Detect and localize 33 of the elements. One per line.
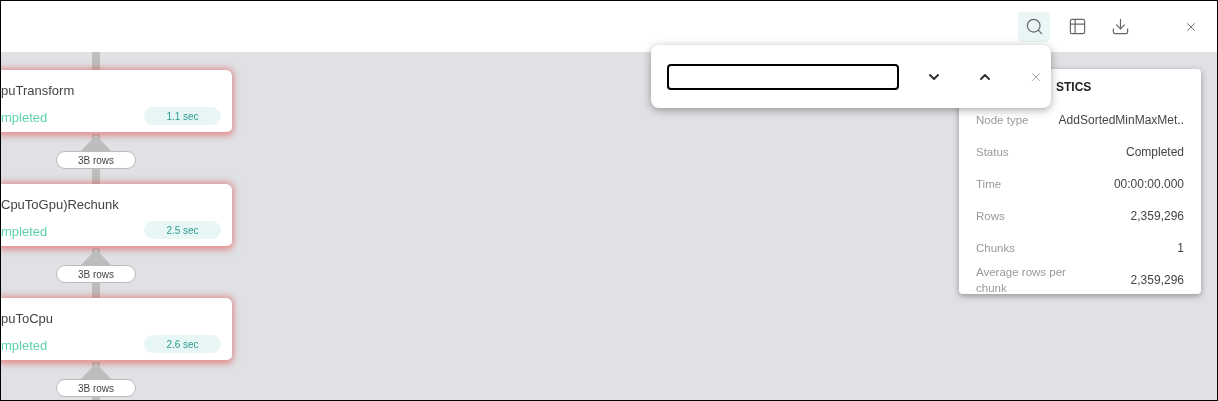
node-status: mpleted: [1, 223, 48, 241]
node-card[interactable]: puToCpu mpleted 2.6 sec: [1, 298, 232, 362]
node-card[interactable]: CpuToGpu)Rechunk mpleted 2.5 sec: [1, 184, 232, 248]
time-badge: 2.6 sec: [144, 335, 221, 353]
stat-value: 00:00:00.000: [1113, 176, 1184, 193]
time-badge: 2.5 sec: [144, 221, 221, 239]
download-icon: [1110, 17, 1130, 36]
stat-label: Average rows per chunk: [976, 265, 1067, 296]
panel-title: STICS: [1056, 79, 1093, 96]
table-icon: [1067, 17, 1087, 36]
node-card[interactable]: puTransform mpleted 1.1 sec: [1, 70, 232, 134]
node-status: mpleted: [1, 337, 48, 355]
search-field[interactable]: [667, 63, 899, 90]
stat-value: 1: [1177, 240, 1184, 257]
node-status: mpleted: [1, 109, 48, 127]
row-count-label: 3B rows: [56, 379, 136, 397]
search-button[interactable]: [1018, 11, 1050, 42]
stat-value: Completed: [1125, 144, 1184, 161]
stat-value: AddSortedMinMaxMet..: [1058, 112, 1184, 129]
row-count-label: 3B rows: [56, 151, 136, 169]
time-badge: 1.1 sec: [144, 107, 221, 125]
stat-label: Status: [976, 145, 1010, 160]
search-icon: [1024, 17, 1044, 36]
stat-value: 2,359,296: [1130, 208, 1184, 225]
node-title: puToCpu: [1, 310, 54, 328]
stat-label: Time: [976, 177, 1003, 192]
stat-label: Node type: [976, 113, 1030, 128]
node-title: puTransform: [1, 82, 75, 100]
stat-label: Rows: [976, 209, 1006, 224]
row-count-label: 3B rows: [56, 265, 136, 283]
stat-value: 2,359,296: [1130, 272, 1184, 289]
node-title: CpuToGpu)Rechunk: [1, 196, 119, 214]
stat-label: Chunks: [976, 241, 1016, 256]
